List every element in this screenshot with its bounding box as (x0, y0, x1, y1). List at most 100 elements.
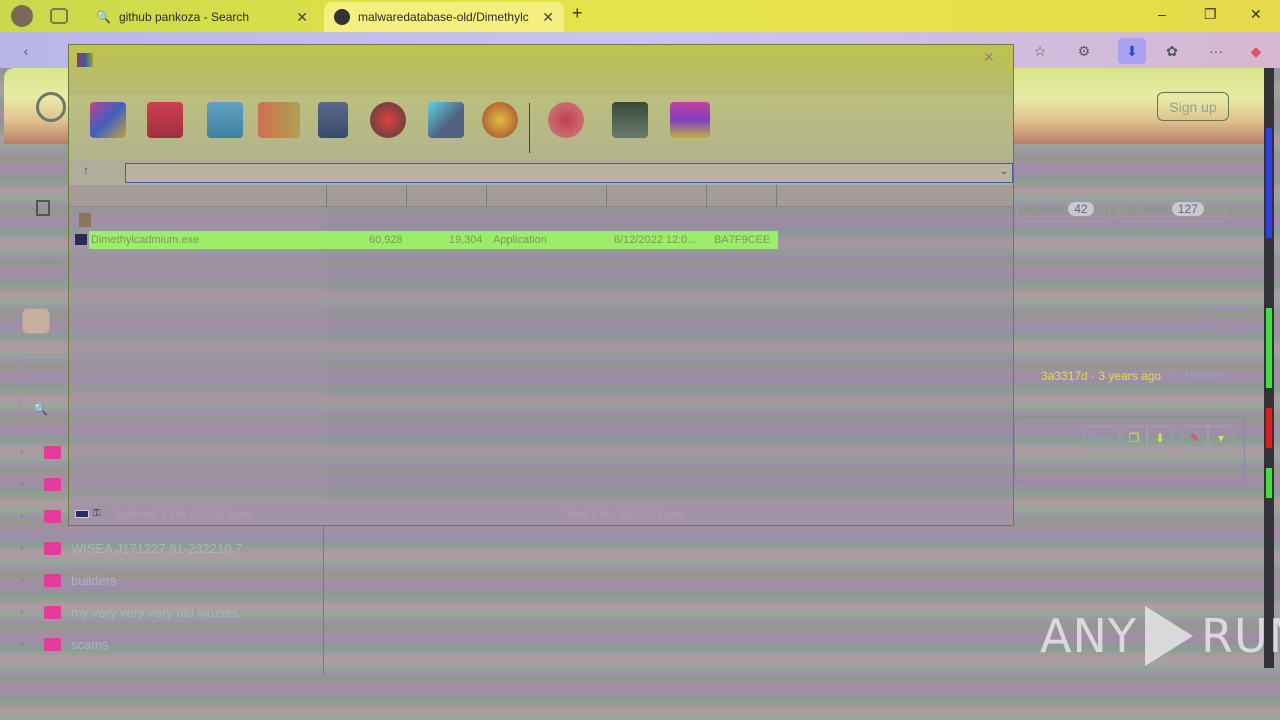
tab-actions-icon[interactable] (50, 8, 68, 24)
history-icon: ◷ (1168, 367, 1179, 381)
play-icon (1144, 606, 1193, 666)
github-logo-icon[interactable] (36, 92, 66, 122)
settings-icon[interactable]: ⚙ (1074, 41, 1094, 61)
path-input[interactable]: ⌄ (125, 163, 1013, 183)
maximize-button[interactable]: ❐ (1204, 6, 1217, 23)
extensions-icon[interactable]: ☆ (1030, 41, 1050, 61)
toolbar-divider (529, 103, 530, 153)
find-icon[interactable] (370, 102, 406, 138)
status-bar: ⚿ Selected 1 file, 60,928 bytes Total 1 … (69, 505, 1013, 525)
copy-icon[interactable]: ❐ (1121, 426, 1147, 450)
folder-icon (44, 637, 61, 651)
profile-avatar[interactable] (11, 5, 33, 27)
extract-icon[interactable] (147, 102, 183, 138)
file-row[interactable]: Dimethylcadmium.exe 60,928 19,304 Applic… (75, 231, 778, 249)
close-icon[interactable]: ✕ (296, 9, 308, 26)
copilot-icon[interactable]: ◆ (1246, 41, 1266, 61)
drive-icon (75, 510, 89, 518)
tree-item[interactable]: › scams (20, 633, 109, 655)
code-icon[interactable]: <> (42, 256, 56, 270)
sidebar-toggle-icon[interactable] (22, 308, 50, 334)
status-total: Total 1 file, 60,928 bytes (565, 509, 684, 521)
anyrun-watermark: ANY RUN (1040, 606, 1280, 666)
fork-label: Fork (1038, 202, 1063, 216)
edit-icon[interactable]: ✎ (1182, 426, 1208, 450)
wizard-icon[interactable] (428, 102, 464, 138)
favorites-icon[interactable]: ✿ (1162, 41, 1182, 61)
folder-icon (44, 541, 61, 555)
star-button[interactable]: ☆ Star 127 (1118, 196, 1226, 222)
file-modified: 6/12/2022 12:0... (614, 234, 697, 246)
chevron-right-icon: › (20, 510, 24, 522)
view-icon[interactable] (258, 102, 300, 138)
tab-search[interactable]: 🔍 github pankoza - Search ✕ (86, 2, 318, 32)
test-icon[interactable] (207, 102, 243, 138)
file-name: Dimethylcadmium.exe (91, 234, 200, 246)
download-raw-icon[interactable]: ⬇ (1147, 426, 1173, 450)
winrar-app-icon (77, 53, 93, 67)
tree-item-label: scams (71, 636, 109, 652)
star-count: 127 (1171, 202, 1204, 216)
tree-item[interactable]: › (20, 473, 71, 495)
history-label: History (1184, 367, 1222, 381)
sign-up-button[interactable]: Sign up (1157, 92, 1229, 121)
watermark-left: ANY (1040, 609, 1137, 663)
chevron-right-icon: › (20, 478, 24, 490)
close-icon[interactable]: ✕ (542, 9, 554, 26)
chevron-down-icon[interactable]: ⌄ (1000, 166, 1008, 177)
chevron-right-icon: › (20, 542, 24, 554)
back-icon[interactable]: ‹ (16, 41, 36, 61)
tree-item[interactable]: › (20, 441, 71, 463)
file-list-pane (69, 207, 326, 503)
folder-icon (44, 573, 61, 587)
close-icon[interactable]: ✕ (983, 49, 995, 66)
github-icon (334, 9, 350, 25)
tree-item[interactable]: › (20, 505, 71, 527)
virusscan-icon[interactable] (548, 102, 584, 138)
tree-item-label: my very very very old viruses (71, 604, 239, 620)
tree-item-label: builders (71, 572, 117, 588)
more-options-button[interactable]: ··· (1214, 306, 1244, 336)
file-type: Application (493, 234, 547, 246)
up-folder-icon[interactable]: ↑ (83, 163, 89, 177)
tab-github[interactable]: malwaredatabase-old/Dimethylc ✕ (324, 2, 564, 32)
repo-icon (36, 200, 50, 216)
raw-button[interactable]: Raw (1083, 426, 1119, 450)
tree-item[interactable]: › builders (20, 569, 117, 591)
new-tab-button[interactable]: + (572, 3, 583, 24)
tab-title: malwaredatabase-old/Dimethylc (358, 10, 529, 24)
exe-icon (75, 234, 87, 245)
delete-icon[interactable] (318, 102, 348, 138)
comment-icon[interactable] (612, 102, 648, 138)
tree-item[interactable]: › WISEA J171227.81-232210.7 (20, 537, 242, 559)
folder-icon (44, 477, 61, 491)
page-scrollbar[interactable] (1264, 68, 1274, 668)
download-icon[interactable]: ⬇ (1118, 38, 1146, 64)
tab-title: github pankoza - Search (118, 10, 250, 24)
more-icon[interactable]: ··· (1206, 41, 1226, 61)
history-link[interactable]: ◷ History (1168, 367, 1222, 381)
edit-dropdown-icon[interactable]: ▾ (1208, 426, 1234, 450)
file-crc: BA7F9CEE (714, 234, 771, 246)
minimize-button[interactable]: – (1158, 6, 1166, 22)
tree-item-label: WISEA J171227.81-232210.7 (71, 540, 243, 556)
folder-icon (44, 509, 61, 523)
status-selected: Selected 1 file, 60,928 bytes (115, 509, 254, 521)
chevron-right-icon: › (20, 574, 24, 586)
key-icon: ⚿ (93, 508, 101, 519)
sfx-icon[interactable] (670, 102, 710, 138)
star-icon: ☆ (1127, 202, 1138, 216)
winrar-titlebar[interactable]: ✕ (69, 45, 1013, 95)
fork-count: 42 (1068, 202, 1094, 216)
file-list-header (69, 185, 1013, 207)
close-window-button[interactable]: ✕ (1250, 6, 1262, 23)
latest-commit[interactable]: 3a3317d · 3 years ago (1041, 369, 1161, 383)
info-icon[interactable] (482, 102, 518, 138)
tree-item[interactable]: › my very very very old viruses (20, 601, 239, 623)
add-icon[interactable] (90, 102, 126, 138)
search-icon: 🔍 (96, 10, 111, 24)
folder-icon (44, 605, 61, 619)
folder-icon (44, 445, 61, 459)
fork-button[interactable]: ⑂ Fork 42 (1016, 196, 1110, 222)
watermark-right: RUN (1200, 609, 1280, 663)
